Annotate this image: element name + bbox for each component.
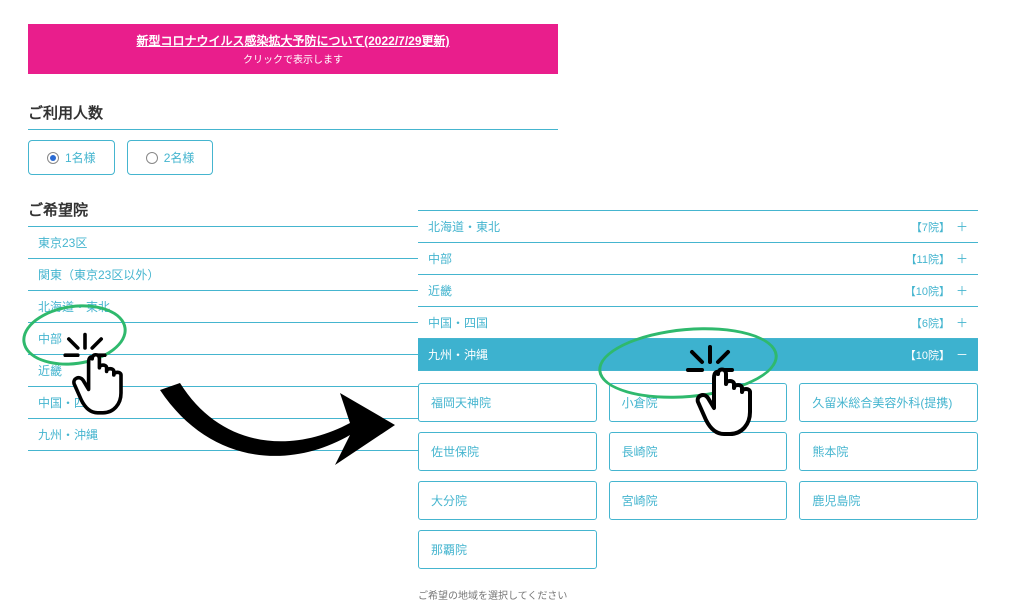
region-item-kinki[interactable]: 近畿 【10院】 ＋ [418,275,978,307]
region-label: 九州・沖縄 [428,346,488,363]
region-label: 近畿 [428,282,452,299]
region-item-hokkaido-tohoku[interactable]: 北海道・東北 【7院】 ＋ [418,211,978,243]
clinic-kurume[interactable]: 久留米総合美容外科(提携) [799,383,978,422]
region-count: 【10院】 [905,283,950,299]
region-item-chubu[interactable]: 中部 【11院】 ＋ [418,243,978,275]
radio-label: 2名様 [164,149,195,166]
help-text: ご希望の地域を選択してください [418,587,978,602]
minus-icon: － [956,349,968,361]
plus-icon: ＋ [956,317,968,329]
clinic-kumamoto[interactable]: 熊本院 [799,432,978,471]
right-panel: 北海道・東北 【7院】 ＋ 中部 【11院】 ＋ 近畿 【10院】 ＋ 中国・四国 【… [418,210,978,602]
region-label: 中国・四国 [428,314,488,331]
region-label: 中部 [38,330,62,347]
clinic-kokura[interactable]: 小倉院 [609,383,788,422]
divider [28,129,558,130]
notice-banner[interactable]: 新型コロナウイルス感染拡大予防について(2022/7/29更新) クリックで表示… [28,24,558,74]
clinic-fukuoka-tenjin[interactable]: 福岡天神院 [418,383,597,422]
clinic-miyazaki[interactable]: 宮崎院 [609,481,788,520]
plus-icon: ＋ [956,221,968,233]
radio-label: 1名様 [65,149,96,166]
clinic-grid: 福岡天神院 小倉院 久留米総合美容外科(提携) 佐世保院 長崎院 熊本院 大分院… [418,383,978,569]
region-item-kyushu-okinawa-selected[interactable]: 九州・沖縄 【10院】 － [418,339,978,371]
region-count: 【7院】 [911,219,950,235]
radio-1person[interactable]: 1名様 [28,140,115,175]
plus-icon: ＋ [956,285,968,297]
region-label: 東京23区 [38,234,87,251]
region-count: 【11院】 [906,251,950,267]
clinic-sasebo[interactable]: 佐世保院 [418,432,597,471]
region-label: 中国・四国 [38,394,98,411]
clinic-kagoshima[interactable]: 鹿児島院 [799,481,978,520]
radio-dot-icon [146,152,158,164]
region-label: 関東（東京23区以外） [38,266,159,283]
region-label: 北海道・東北 [428,218,500,235]
clinic-naha[interactable]: 那覇院 [418,530,597,569]
region-label: 近畿 [38,362,62,379]
clinic-oita[interactable]: 大分院 [418,481,597,520]
radio-dot-icon [47,152,59,164]
region-count: 【10院】 [905,347,950,363]
region-count: 【6院】 [911,315,950,331]
people-radio-group: 1名様 2名様 [28,140,558,175]
region-label: 中部 [428,250,452,267]
radio-2person[interactable]: 2名様 [127,140,214,175]
plus-icon: ＋ [956,253,968,265]
notice-banner-line2: クリックで表示します [38,51,548,66]
region-list-right: 北海道・東北 【7院】 ＋ 中部 【11院】 ＋ 近畿 【10院】 ＋ 中国・四国 【… [418,210,978,371]
region-item-chugoku-shikoku[interactable]: 中国・四国 【6院】 ＋ [418,307,978,339]
region-label: 北海道・東北 [38,298,110,315]
notice-banner-line1: 新型コロナウイルス感染拡大予防について(2022/7/29更新) [38,32,548,49]
section-title-people: ご利用人数 [28,102,558,123]
clinic-nagasaki[interactable]: 長崎院 [609,432,788,471]
region-label: 九州・沖縄 [38,426,98,443]
